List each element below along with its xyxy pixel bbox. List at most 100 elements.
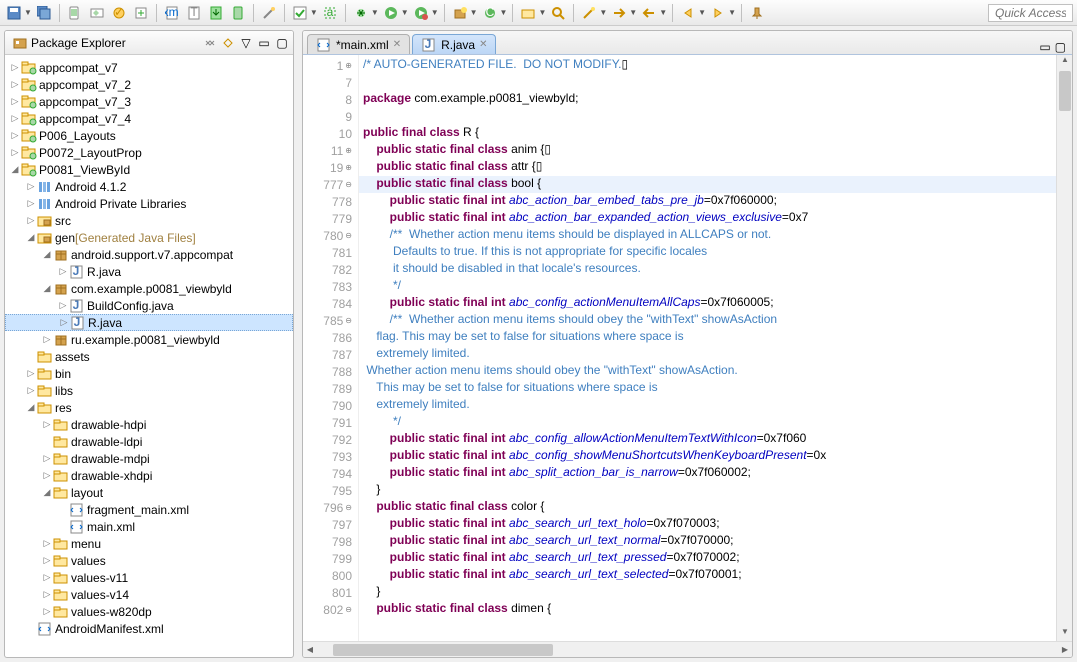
save-button[interactable]	[4, 3, 24, 23]
new-test-button[interactable]: T	[184, 3, 204, 23]
fold-icon[interactable]: ⊖	[345, 231, 352, 240]
tree-item[interactable]: fragment_main.xml	[5, 501, 293, 518]
fold-icon[interactable]: ⊕	[345, 146, 352, 155]
dropdown-icon[interactable]: ▼	[470, 8, 478, 17]
close-icon[interactable]: ✕	[479, 39, 487, 50]
tree-twisty-icon[interactable]: ▷	[9, 62, 21, 73]
debug-button[interactable]	[351, 3, 371, 23]
tree-item[interactable]: ◢layout	[5, 484, 293, 501]
save-all-button[interactable]	[34, 3, 54, 23]
tree-twisty-icon[interactable]: ▷	[41, 419, 53, 430]
dropdown-icon[interactable]: ▼	[599, 8, 607, 17]
maximize-editor-button[interactable]: ▢	[1055, 40, 1066, 54]
maximize-button[interactable]: ▢	[275, 36, 289, 50]
tree-item[interactable]: ▷drawable-xhdpi	[5, 467, 293, 484]
tree-item[interactable]: ▷values-w820dp	[5, 603, 293, 620]
tree-twisty-icon[interactable]: ▷	[41, 606, 53, 617]
horizontal-scrollbar[interactable]: ◀ ▶	[303, 641, 1072, 657]
fold-icon[interactable]: ⊖	[345, 503, 352, 512]
new-class-button[interactable]: C	[480, 3, 500, 23]
fold-icon[interactable]: ⊖	[345, 316, 352, 325]
dropdown-icon[interactable]: ▼	[401, 8, 409, 17]
lint-button[interactable]: ✓	[109, 3, 129, 23]
quick-access-input[interactable]	[988, 4, 1073, 22]
tree-twisty-icon[interactable]: ▷	[57, 300, 69, 311]
fold-icon[interactable]: ⊖	[345, 605, 352, 614]
toggle-mark-button[interactable]	[579, 3, 599, 23]
checkbox-button[interactable]	[290, 3, 310, 23]
tree-twisty-icon[interactable]: ▷	[41, 555, 53, 566]
device-button[interactable]	[228, 3, 248, 23]
minimize-button[interactable]: ▭	[257, 36, 271, 50]
tree-item[interactable]: ◢res	[5, 399, 293, 416]
link-editor-button[interactable]	[221, 36, 235, 50]
dropdown-icon[interactable]: ▼	[698, 8, 706, 17]
minimize-editor-button[interactable]: ▭	[1039, 40, 1050, 54]
tree-item[interactable]: ▷Android Private Libraries	[5, 195, 293, 212]
tree-item[interactable]: ▷JBuildConfig.java	[5, 297, 293, 314]
open-type-button[interactable]	[518, 3, 538, 23]
tree-item[interactable]: ▷appcompat_v7_2	[5, 76, 293, 93]
tree-item[interactable]: ▷JR.java	[5, 314, 293, 331]
tree-twisty-icon[interactable]: ▷	[9, 113, 21, 124]
dropdown-icon[interactable]: ▼	[659, 8, 667, 17]
tree-item[interactable]: ▷appcompat_v7	[5, 59, 293, 76]
tree-item[interactable]: ▷menu	[5, 535, 293, 552]
wand-button[interactable]	[259, 3, 279, 23]
code-editor[interactable]: /* AUTO-GENERATED FILE. DO NOT MODIFY.▯ …	[359, 55, 1056, 641]
tree-twisty-icon[interactable]: ▷	[25, 198, 37, 209]
tree-item[interactable]: main.xml	[5, 518, 293, 535]
tree-twisty-icon[interactable]: ◢	[41, 487, 53, 498]
tree-item[interactable]: ▷libs	[5, 382, 293, 399]
new-xml-button[interactable]: xml	[162, 3, 182, 23]
tree-twisty-icon[interactable]: ▷	[41, 453, 53, 464]
collapse-all-button[interactable]	[203, 36, 217, 50]
tree-twisty-icon[interactable]: ◢	[41, 283, 53, 294]
package-tree[interactable]: ▷appcompat_v7▷appcompat_v7_2▷appcompat_v…	[5, 55, 293, 657]
tree-item[interactable]: ▷P006_Layouts	[5, 127, 293, 144]
tree-item[interactable]: ▷drawable-mdpi	[5, 450, 293, 467]
dropdown-icon[interactable]: ▼	[629, 8, 637, 17]
tree-twisty-icon[interactable]: ▷	[58, 317, 70, 328]
fold-icon[interactable]: ⊕	[345, 61, 352, 70]
tree-item[interactable]: ▷appcompat_v7_4	[5, 110, 293, 127]
forward-button[interactable]	[708, 3, 728, 23]
export-button[interactable]	[206, 3, 226, 23]
tree-twisty-icon[interactable]: ▷	[9, 147, 21, 158]
tree-item[interactable]: ▷ru.example.p0081_viewbyld	[5, 331, 293, 348]
tree-twisty-icon[interactable]: ▷	[9, 130, 21, 141]
prev-annotation-button[interactable]	[639, 3, 659, 23]
tree-twisty-icon[interactable]: ▷	[25, 215, 37, 226]
avd-manager-button[interactable]	[65, 3, 85, 23]
fold-icon[interactable]: ⊕	[345, 163, 352, 172]
tree-item[interactable]: assets	[5, 348, 293, 365]
new-android-button[interactable]	[131, 3, 151, 23]
dropdown-icon[interactable]: ▼	[538, 8, 546, 17]
search-button[interactable]	[548, 3, 568, 23]
tree-item[interactable]: ◢gen [Generated Java Files]	[5, 229, 293, 246]
dropdown-icon[interactable]: ▼	[310, 8, 318, 17]
tree-twisty-icon[interactable]: ▷	[25, 385, 37, 396]
scroll-up-icon[interactable]: ▲	[1057, 55, 1072, 69]
tree-twisty-icon[interactable]: ◢	[25, 232, 37, 243]
tree-item[interactable]: AndroidManifest.xml	[5, 620, 293, 637]
tree-item[interactable]: ▷drawable-hdpi	[5, 416, 293, 433]
tree-twisty-icon[interactable]: ▷	[41, 334, 53, 345]
tree-item[interactable]: ▷src	[5, 212, 293, 229]
hscroll-thumb[interactable]	[333, 644, 553, 656]
vertical-scrollbar[interactable]: ▲ ▼	[1056, 55, 1072, 641]
tree-twisty-icon[interactable]: ▷	[9, 79, 21, 90]
close-icon[interactable]: ✕	[393, 39, 401, 50]
tree-item[interactable]: ▷appcompat_v7_3	[5, 93, 293, 110]
tree-twisty-icon[interactable]: ▷	[41, 470, 53, 481]
dropdown-icon[interactable]: ▼	[431, 8, 439, 17]
scroll-left-icon[interactable]: ◀	[303, 645, 317, 654]
editor-tab[interactable]: *main.xml✕	[307, 34, 410, 54]
tree-twisty-icon[interactable]: ▷	[25, 181, 37, 192]
run-last-button[interactable]	[411, 3, 431, 23]
scroll-thumb[interactable]	[1059, 71, 1071, 111]
tree-item[interactable]: ▷values-v14	[5, 586, 293, 603]
scroll-down-icon[interactable]: ▼	[1057, 627, 1072, 641]
dropdown-icon[interactable]: ▼	[728, 8, 736, 17]
dropdown-icon[interactable]: ▼	[24, 8, 32, 17]
